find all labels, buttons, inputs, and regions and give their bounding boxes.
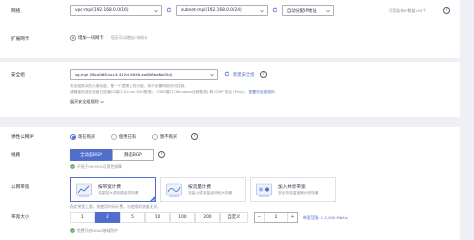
eip-option-label: 使用已有 — [119, 135, 137, 140]
radio-eip-use-existing[interactable] — [111, 134, 117, 140]
security-group-card: 安全组 sg-mpi (f6ca068-bcc4-412d-9b56-ea606… — [0, 62, 460, 117]
bandwidth-card-title: 按带宽计费 — [98, 185, 121, 190]
bandwidth-size-option-1[interactable]: 1 — [70, 212, 95, 223]
help-icon[interactable]: ? — [260, 71, 267, 78]
bandwidth-size-option-10[interactable]: 10 — [145, 212, 170, 223]
refresh-icon[interactable] — [272, 7, 278, 13]
bandwidth-card-title: 按流量计费 — [188, 185, 211, 190]
line-label: 线路 — [11, 153, 21, 158]
check-circle-icon — [70, 228, 75, 233]
eip-option-label: 暂不购买 — [160, 135, 178, 140]
bandwidth-card-title: 加入共享带宽 — [278, 185, 306, 190]
ddos-hint: 免费开启DDoS基础防护 — [77, 228, 118, 233]
refresh-icon[interactable] — [224, 71, 230, 77]
new-security-group-link[interactable]: 新建安全组 — [233, 72, 254, 78]
bandwidth-type-note: 指定带宽上限，按使用时间计费，与使用的流量无关。 — [70, 204, 162, 209]
ip-mode-select[interactable]: 自动分配IP地址 — [282, 5, 334, 16]
bandwidth-size-option-2[interactable]: 2 — [95, 212, 120, 223]
bandwidth-card-shared[interactable]: 加入共享带宽 多业务流量错峰分布场景 — [250, 177, 336, 202]
sla-hint: 不低于99.95%可用性保障 — [77, 164, 122, 169]
chevron-down-icon — [326, 10, 330, 13]
security-group-select[interactable]: sg-mpi (f6ca068-bcc4-412d-9b56-ea606bd6a… — [70, 69, 218, 80]
traffic-chart-icon — [166, 183, 182, 197]
security-group-value: sg-mpi (f6ca068-bcc4-412d-9b56-ea606bd6a… — [75, 72, 173, 77]
security-group-hint-1: 安全组类似防火墙功能，是一个逻辑上的分组，用于设置网络访问控制。 — [70, 84, 188, 88]
radio-eip-buy-now[interactable] — [70, 134, 76, 140]
chevron-down-icon — [100, 101, 104, 104]
bandwidth-type-label: 公网带宽 — [11, 185, 30, 190]
increment-button[interactable]: + — [287, 213, 297, 222]
help-icon[interactable]: ? — [443, 7, 450, 14]
configure-rules-link[interactable]: 配置安全组规则 — [249, 90, 275, 94]
ext-nic-label: 扩展网卡 — [11, 37, 30, 42]
vpc-select[interactable]: vpc-mpi(192.168.0.0/16) — [70, 5, 162, 16]
bandwidth-card-by-traffic[interactable]: 按流量计费 流量小或流量波动较大场景 — [160, 177, 246, 202]
refresh-icon[interactable] — [166, 7, 172, 13]
bandwidth-size-label: 带宽大小 — [11, 215, 30, 220]
selected-corner-check-icon — [149, 195, 156, 202]
expand-rules-toggle[interactable]: 展开安全组规则 — [70, 99, 104, 105]
add-nic-label: 增加一块网卡 — [78, 36, 104, 41]
security-group-label: 安全组 — [11, 73, 25, 78]
bandwidth-card-desc: 多业务流量错峰分布场景 — [278, 191, 319, 195]
bandwidth-size-option-custom[interactable]: 自定义 — [220, 212, 248, 223]
network-card: 网络 vpc-mpi(192.168.0.0/16) subnet-mpi(19… — [0, 0, 460, 58]
chevron-down-icon — [260, 10, 264, 13]
bandwidth-chart-icon — [76, 183, 92, 197]
line-option-static-bgp[interactable]: 静态BGP — [112, 149, 154, 161]
eip-option-label: 现在购买 — [78, 135, 96, 140]
available-ip-hint: 可用私有IP数量250个 — [389, 8, 427, 13]
bandwidth-size-option-200[interactable]: 200 — [195, 212, 220, 223]
help-icon[interactable]: ? — [158, 151, 165, 158]
bandwidth-card-desc: 流量较大或较稳定的场景 — [98, 191, 139, 195]
eip-label: 弹性公网IP — [11, 135, 34, 140]
bandwidth-size-stepper: − 2 + — [254, 212, 298, 223]
radio-eip-not-buy[interactable] — [152, 134, 158, 140]
bandwidth-size-input[interactable]: 2 — [265, 213, 287, 222]
bandwidth-range-hint: 带宽范围: 1-2,000 Mbit/s — [303, 215, 349, 220]
bandwidth-size-option-5[interactable]: 5 — [120, 212, 145, 223]
subnet-select[interactable]: subnet-mpi(192.168.0.0/24) — [176, 5, 268, 16]
network-label: 网络 — [11, 9, 21, 14]
help-icon[interactable]: ? — [191, 133, 198, 140]
line-option-dynamic-bgp[interactable]: 全动态BGP — [70, 149, 112, 161]
vpc-select-value: vpc-mpi(192.168.0.0/16) — [75, 8, 129, 13]
bandwidth-card-by-bandwidth[interactable]: 按带宽计费 流量较大或较稳定的场景 — [70, 177, 156, 202]
plus-circle-icon — [70, 35, 76, 41]
decrement-button[interactable]: − — [255, 213, 265, 222]
chevron-down-icon — [210, 74, 214, 77]
chevron-down-icon — [154, 10, 158, 13]
expand-rules-label: 展开安全组规则 — [70, 99, 99, 104]
nic-remaining-hint: 您还可以增加1块网卡 — [111, 35, 148, 40]
subnet-select-value: subnet-mpi(192.168.0.0/24) — [181, 8, 242, 13]
security-group-hint-2: 请确保所选安全组已放通22端口 (Linux SSH登录)，3389端口 (Wi… — [70, 90, 248, 94]
ip-mode-value: 自动分配IP地址 — [287, 9, 317, 14]
shared-bandwidth-icon — [256, 183, 272, 197]
check-circle-icon — [70, 164, 75, 169]
bandwidth-card-desc: 流量小或流量波动较大场景 — [188, 191, 233, 195]
bandwidth-size-option-100[interactable]: 100 — [170, 212, 195, 223]
